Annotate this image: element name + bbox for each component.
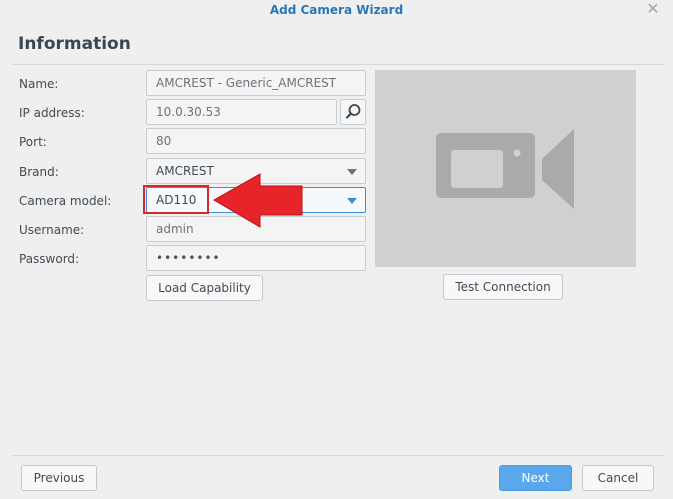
name-label: Name: [19, 77, 59, 91]
ip-address-field[interactable]: 10.0.30.53 [146, 99, 337, 125]
previous-button[interactable]: Previous [21, 465, 97, 491]
ip-address-value: 10.0.30.53 [156, 105, 221, 119]
password-label: Password: [19, 252, 80, 266]
video-camera-icon [436, 129, 574, 209]
username-value: admin [156, 222, 194, 236]
name-value: AMCREST - Generic_AMCREST [156, 76, 337, 90]
search-icon [345, 104, 361, 119]
red-arrow-annotation [212, 173, 303, 228]
section-divider [12, 64, 664, 65]
test-connection-button[interactable]: Test Connection [443, 274, 563, 300]
camera-model-label: Camera model: [19, 194, 112, 208]
chevron-down-icon [347, 198, 357, 204]
cancel-button[interactable]: Cancel [582, 465, 654, 491]
port-label: Port: [19, 135, 47, 149]
load-capability-button[interactable]: Load Capability [146, 275, 263, 301]
section-title: Information [18, 34, 131, 54]
port-field[interactable]: 80 [146, 128, 366, 154]
password-value: •••••••• [156, 251, 221, 265]
chevron-down-icon [347, 169, 357, 175]
search-button[interactable] [340, 99, 366, 125]
brand-value: AMCREST [156, 164, 214, 178]
titlebar: Add Camera Wizard ✕ [0, 0, 673, 22]
ip-address-label: IP address: [19, 106, 85, 120]
window-title: Add Camera Wizard [269, 3, 404, 17]
footer-divider [12, 455, 664, 456]
username-label: Username: [19, 223, 85, 237]
next-button[interactable]: Next [499, 465, 572, 491]
camera-model-highlight [143, 185, 209, 214]
camera-preview [375, 70, 636, 267]
close-icon[interactable]: ✕ [645, 1, 661, 17]
port-value: 80 [156, 134, 172, 148]
brand-label: Brand: [19, 165, 59, 179]
name-field[interactable]: AMCREST - Generic_AMCREST [146, 70, 366, 96]
password-field[interactable]: •••••••• [146, 245, 366, 271]
